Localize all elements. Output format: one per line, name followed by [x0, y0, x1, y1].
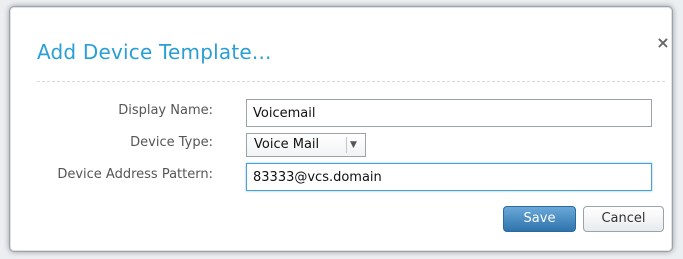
device-type-label: Device Type:: [130, 135, 213, 150]
device-type-selected-value: Voice Mail: [254, 137, 320, 152]
device-type-select[interactable]: Voice Mail ▼: [246, 133, 366, 157]
cancel-button[interactable]: Cancel: [583, 206, 664, 232]
title-divider: [37, 81, 665, 82]
close-icon[interactable]: ×: [654, 34, 672, 52]
dialog-title: Add Device Template...: [37, 40, 272, 64]
save-button[interactable]: Save: [503, 206, 576, 232]
device-address-pattern-field[interactable]: [246, 163, 652, 191]
display-name-field[interactable]: [246, 99, 652, 127]
select-separator: [346, 137, 347, 153]
add-device-template-dialog: Add Device Template... × Display Name: D…: [9, 6, 673, 252]
chevron-down-icon: ▼: [350, 140, 357, 150]
display-name-label: Display Name:: [118, 103, 213, 118]
device-address-pattern-label: Device Address Pattern:: [57, 167, 213, 182]
